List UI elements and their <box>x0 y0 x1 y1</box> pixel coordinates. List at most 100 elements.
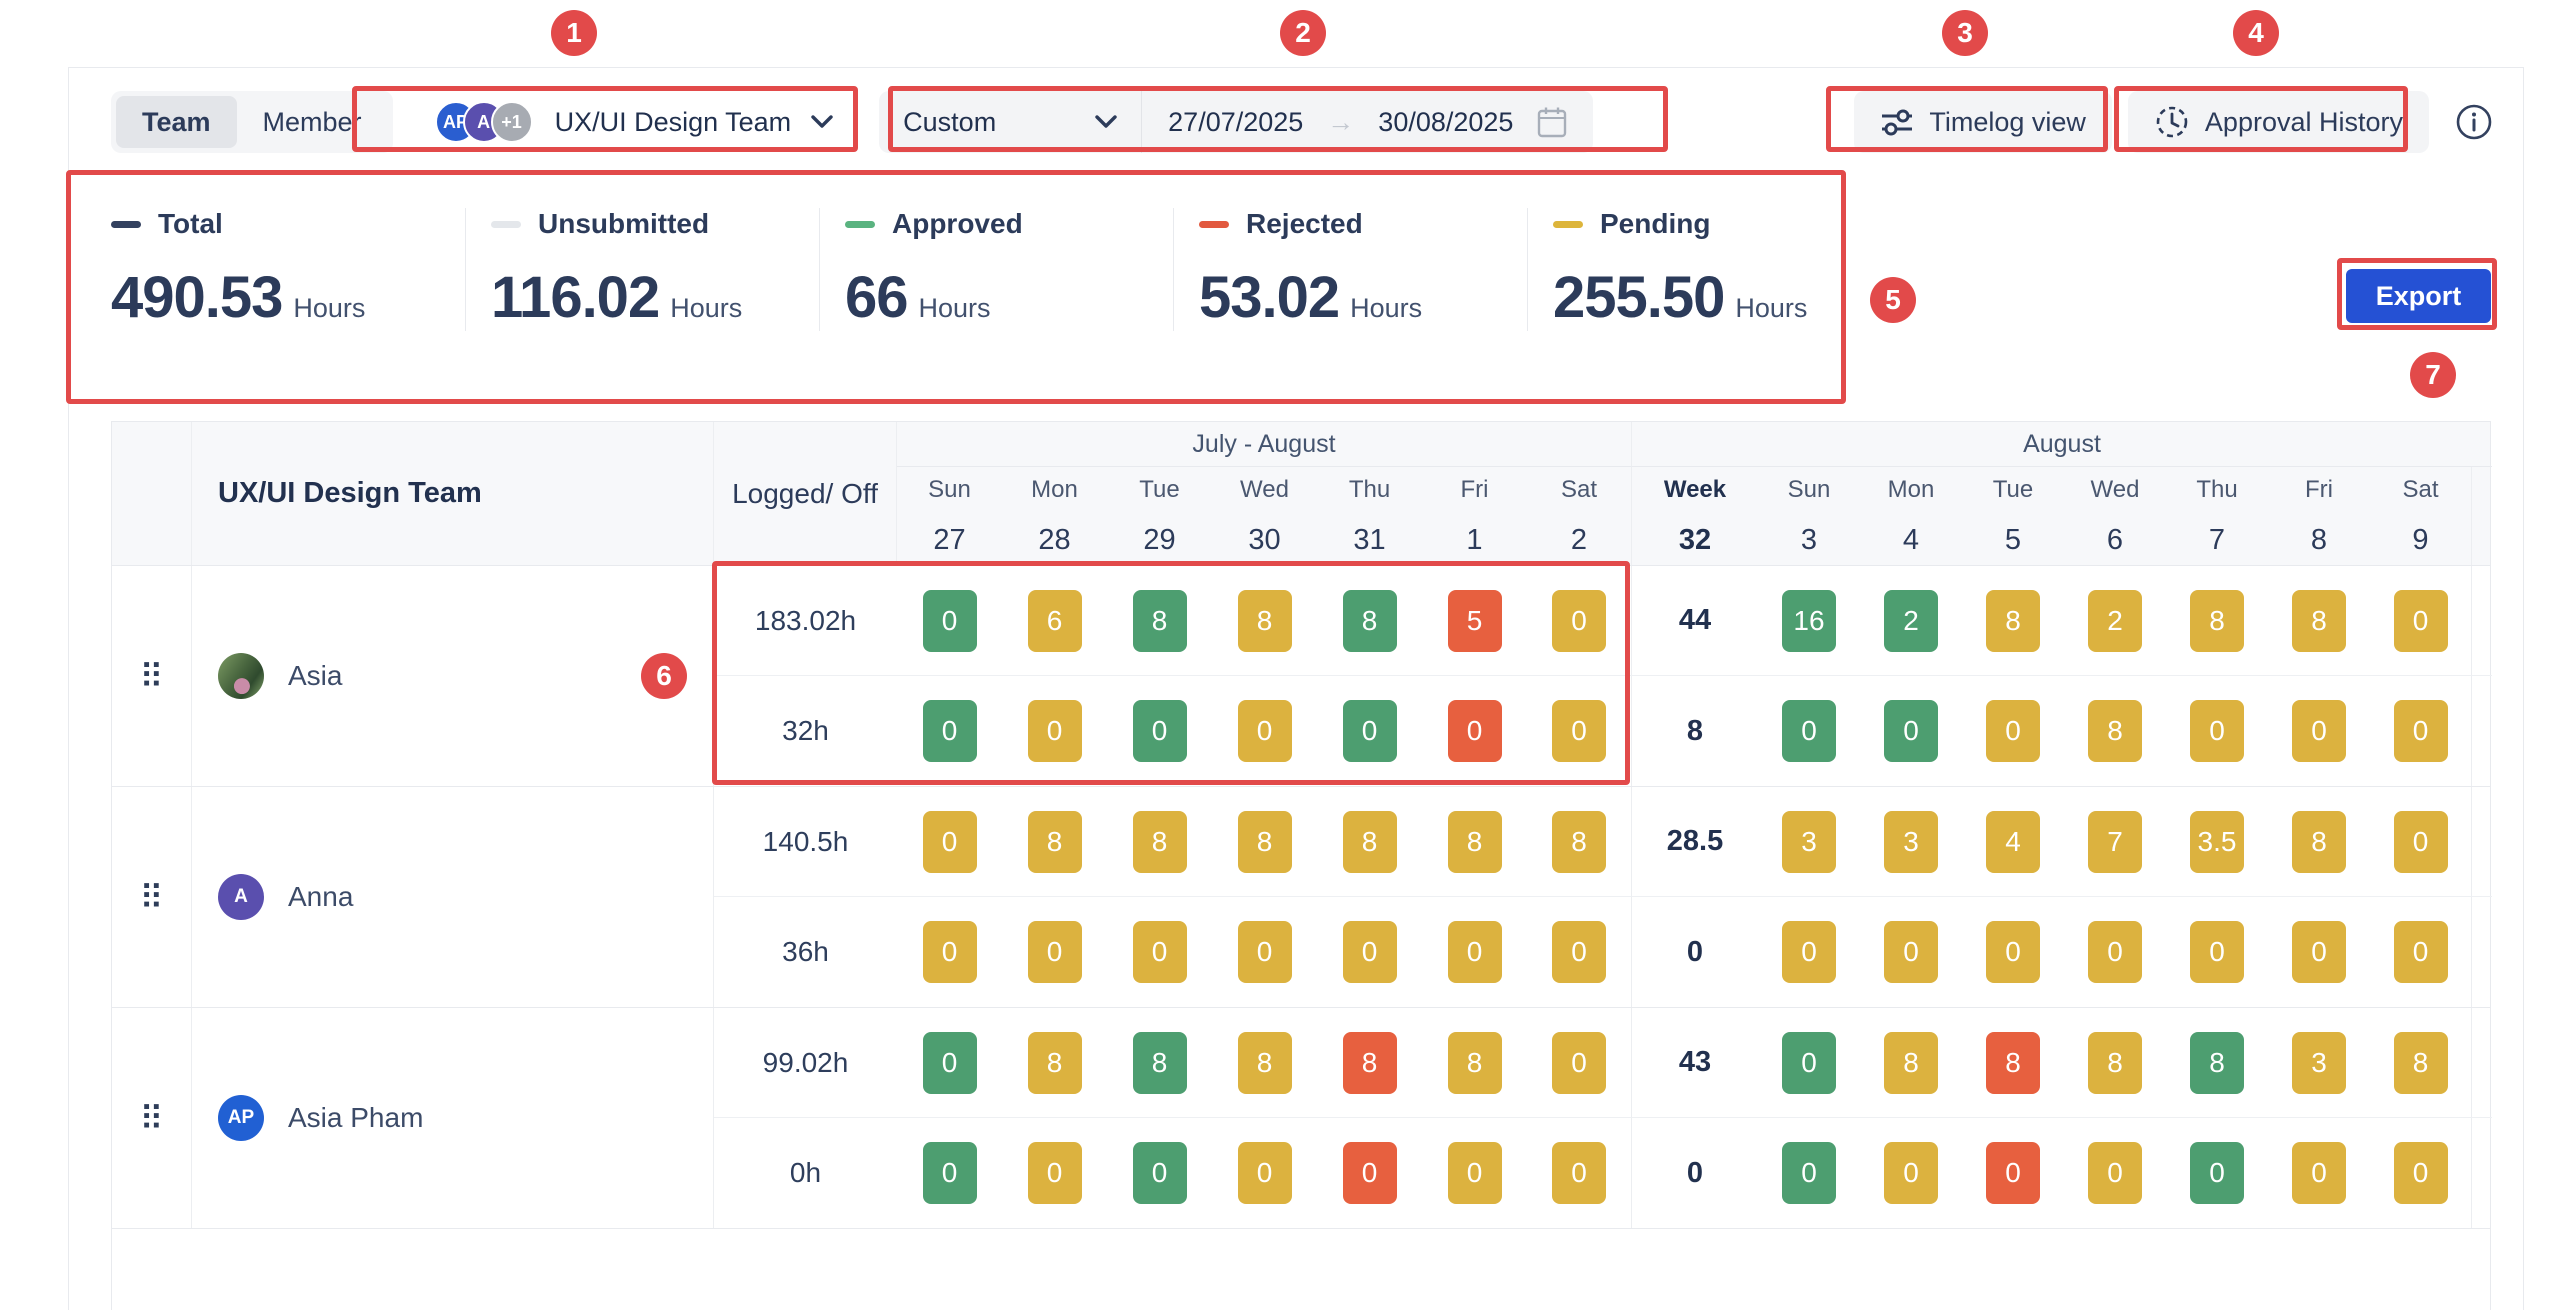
hour-chip[interactable]: 0 <box>923 1142 977 1204</box>
hour-chip[interactable]: 0 <box>1343 921 1397 983</box>
tab-member[interactable]: Member <box>237 96 388 148</box>
hour-chip[interactable]: 0 <box>1133 1142 1187 1204</box>
hour-chip[interactable]: 8 <box>1133 1032 1187 1094</box>
hour-chip[interactable]: 0 <box>1343 700 1397 762</box>
hour-chip[interactable]: 8 <box>1986 590 2040 652</box>
hour-chip[interactable]: 0 <box>923 700 977 762</box>
hour-chip[interactable]: 0 <box>1782 921 1836 983</box>
hour-chip[interactable]: 8 <box>1986 1032 2040 1094</box>
hour-chip[interactable]: 8 <box>1028 811 1082 873</box>
hour-chip[interactable]: 0 <box>2190 1142 2244 1204</box>
range-type-dropdown[interactable]: Custom <box>879 91 1141 153</box>
hour-chip[interactable]: 0 <box>2088 921 2142 983</box>
hour-chip[interactable]: 0 <box>2088 1142 2142 1204</box>
tab-team[interactable]: Team <box>116 96 237 148</box>
hour-chip[interactable]: 6 <box>1028 590 1082 652</box>
hour-chip[interactable]: 8 <box>2088 700 2142 762</box>
hour-chip[interactable]: 8 <box>1238 1032 1292 1094</box>
hour-chip[interactable]: 5 <box>1448 590 1502 652</box>
hour-chip[interactable]: 8 <box>1884 1032 1938 1094</box>
date-range-picker[interactable]: 27/07/2025 → 30/08/2025 <box>1142 91 1593 153</box>
hour-chip[interactable]: 8 <box>1028 1032 1082 1094</box>
hour-chip[interactable]: 0 <box>1028 700 1082 762</box>
hour-chip[interactable]: 0 <box>923 921 977 983</box>
hour-chip[interactable]: 0 <box>923 1032 977 1094</box>
hour-chip[interactable]: 7 <box>2088 811 2142 873</box>
hour-chip[interactable]: 8 <box>1133 811 1187 873</box>
hour-chip[interactable]: 0 <box>2394 700 2448 762</box>
hour-chip[interactable]: 0 <box>1884 921 1938 983</box>
hour-chip[interactable]: 8 <box>2190 1032 2244 1094</box>
hour-chip[interactable]: 0 <box>1448 921 1502 983</box>
hour-chip[interactable]: 0 <box>1343 1142 1397 1204</box>
hour-chip[interactable]: 0 <box>1238 1142 1292 1204</box>
hour-chip[interactable]: 8 <box>1133 590 1187 652</box>
hour-chip[interactable]: 8 <box>1343 1032 1397 1094</box>
hour-chip[interactable]: 0 <box>1782 1142 1836 1204</box>
hour-chip[interactable]: 0 <box>1133 700 1187 762</box>
drag-handle[interactable]: ⠿ <box>112 1008 192 1228</box>
hour-chip[interactable]: 0 <box>1552 921 1606 983</box>
hour-chip[interactable]: 0 <box>923 811 977 873</box>
hour-chip[interactable]: 0 <box>2292 700 2346 762</box>
hour-chip[interactable]: 8 <box>2088 1032 2142 1094</box>
hour-chip[interactable]: 8 <box>1343 590 1397 652</box>
hour-chip[interactable]: 0 <box>1782 1032 1836 1094</box>
export-button[interactable]: Export <box>2346 269 2491 323</box>
hour-chip[interactable]: 8 <box>2292 590 2346 652</box>
hour-chip[interactable]: 0 <box>1552 590 1606 652</box>
hour-chip[interactable]: 0 <box>1884 700 1938 762</box>
hour-chip[interactable]: 8 <box>1448 811 1502 873</box>
drag-handle[interactable]: ⠿ <box>112 787 192 1007</box>
hour-chip[interactable]: 0 <box>1986 1142 2040 1204</box>
hour-chip[interactable]: 8 <box>2394 1032 2448 1094</box>
approval-history-button[interactable]: Approval History <box>2128 91 2429 153</box>
hour-chip[interactable]: 8 <box>1238 590 1292 652</box>
hour-chip[interactable]: 0 <box>1448 1142 1502 1204</box>
hour-chip[interactable]: 8 <box>1448 1032 1502 1094</box>
drag-handle[interactable]: ⠿ <box>112 566 192 786</box>
hour-chip[interactable]: 0 <box>1133 921 1187 983</box>
team-selector-dropdown[interactable]: APA+1 UX/UI Design Team <box>425 91 844 153</box>
hour-chip[interactable]: 8 <box>1552 811 1606 873</box>
timelog-view-button[interactable]: Timelog view <box>1854 91 2112 153</box>
hour-chip[interactable]: 0 <box>1448 700 1502 762</box>
hour-chip[interactable]: 0 <box>1884 1142 1938 1204</box>
hour-chip[interactable]: 0 <box>2190 921 2244 983</box>
hour-chip[interactable]: 3.5 <box>2190 811 2244 873</box>
hour-chip[interactable]: 0 <box>1028 921 1082 983</box>
hour-chip[interactable]: 8 <box>1343 811 1397 873</box>
hour-chip[interactable]: 0 <box>2190 700 2244 762</box>
hour-chip[interactable]: 4 <box>1986 811 2040 873</box>
hour-chip[interactable]: 0 <box>2394 921 2448 983</box>
hour-chip[interactable]: 0 <box>1552 700 1606 762</box>
hour-chip[interactable]: 3 <box>2292 1032 2346 1094</box>
hour-chip[interactable]: 0 <box>1028 1142 1082 1204</box>
hour-chip[interactable]: 0 <box>2394 811 2448 873</box>
hour-chip[interactable]: 0 <box>2292 1142 2346 1204</box>
avatar: +1 <box>491 101 533 143</box>
hour-chip[interactable]: 0 <box>1986 700 2040 762</box>
hour-chip[interactable]: 0 <box>1552 1032 1606 1094</box>
hour-chip[interactable]: 2 <box>1884 590 1938 652</box>
hour-chip[interactable]: 0 <box>2292 921 2346 983</box>
logged-hours: 99.02h <box>714 1008 897 1118</box>
hour-chip[interactable]: 16 <box>1782 590 1836 652</box>
hour-chip[interactable]: 0 <box>2394 1142 2448 1204</box>
hour-chip[interactable]: 8 <box>1238 811 1292 873</box>
hour-chip[interactable]: 8 <box>2190 590 2244 652</box>
info-icon[interactable] <box>2455 103 2493 141</box>
hour-chip[interactable]: 8 <box>2292 811 2346 873</box>
day-cell: 8 <box>1212 787 1317 897</box>
hour-chip[interactable]: 0 <box>1782 700 1836 762</box>
member-cell: Asia <box>192 566 714 786</box>
hour-chip[interactable]: 2 <box>2088 590 2142 652</box>
hour-chip[interactable]: 0 <box>1552 1142 1606 1204</box>
hour-chip[interactable]: 0 <box>1238 700 1292 762</box>
hour-chip[interactable]: 0 <box>2394 590 2448 652</box>
hour-chip[interactable]: 3 <box>1884 811 1938 873</box>
hour-chip[interactable]: 0 <box>1986 921 2040 983</box>
hour-chip[interactable]: 3 <box>1782 811 1836 873</box>
hour-chip[interactable]: 0 <box>1238 921 1292 983</box>
hour-chip[interactable]: 0 <box>923 590 977 652</box>
